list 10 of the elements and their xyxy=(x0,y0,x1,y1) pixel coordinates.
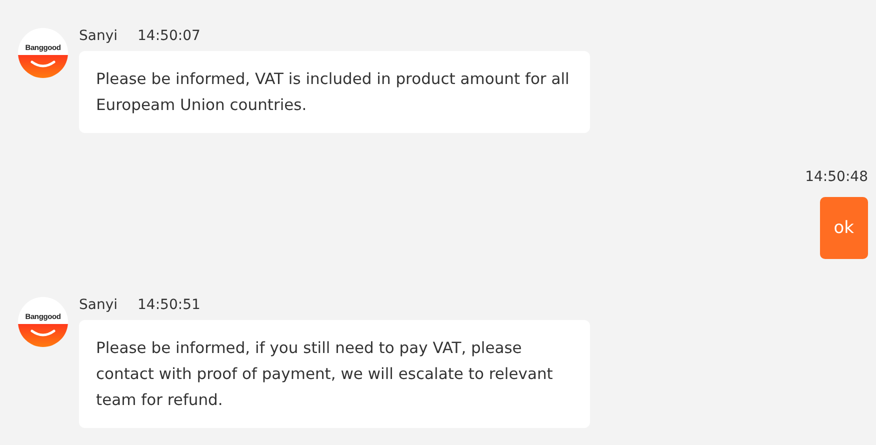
smile-icon xyxy=(30,60,56,69)
message-time: 14:50:51 xyxy=(138,296,200,312)
message-time: 14:50:48 xyxy=(805,169,868,187)
message-bubble: ok xyxy=(820,197,868,259)
message-bubble: Please be informed, VAT is included in product amount for all Europeam Union countries. xyxy=(79,51,590,133)
message-time: 14:50:07 xyxy=(138,28,200,44)
sender-name: Sanyi xyxy=(79,28,118,44)
message-bubble: Please be informed, if you still need to pay VAT, please contact with proof of payment, we will escalate to relevant team for refund. xyxy=(79,320,590,428)
smile-icon xyxy=(30,329,56,338)
sender-name: Sanyi xyxy=(79,296,118,312)
